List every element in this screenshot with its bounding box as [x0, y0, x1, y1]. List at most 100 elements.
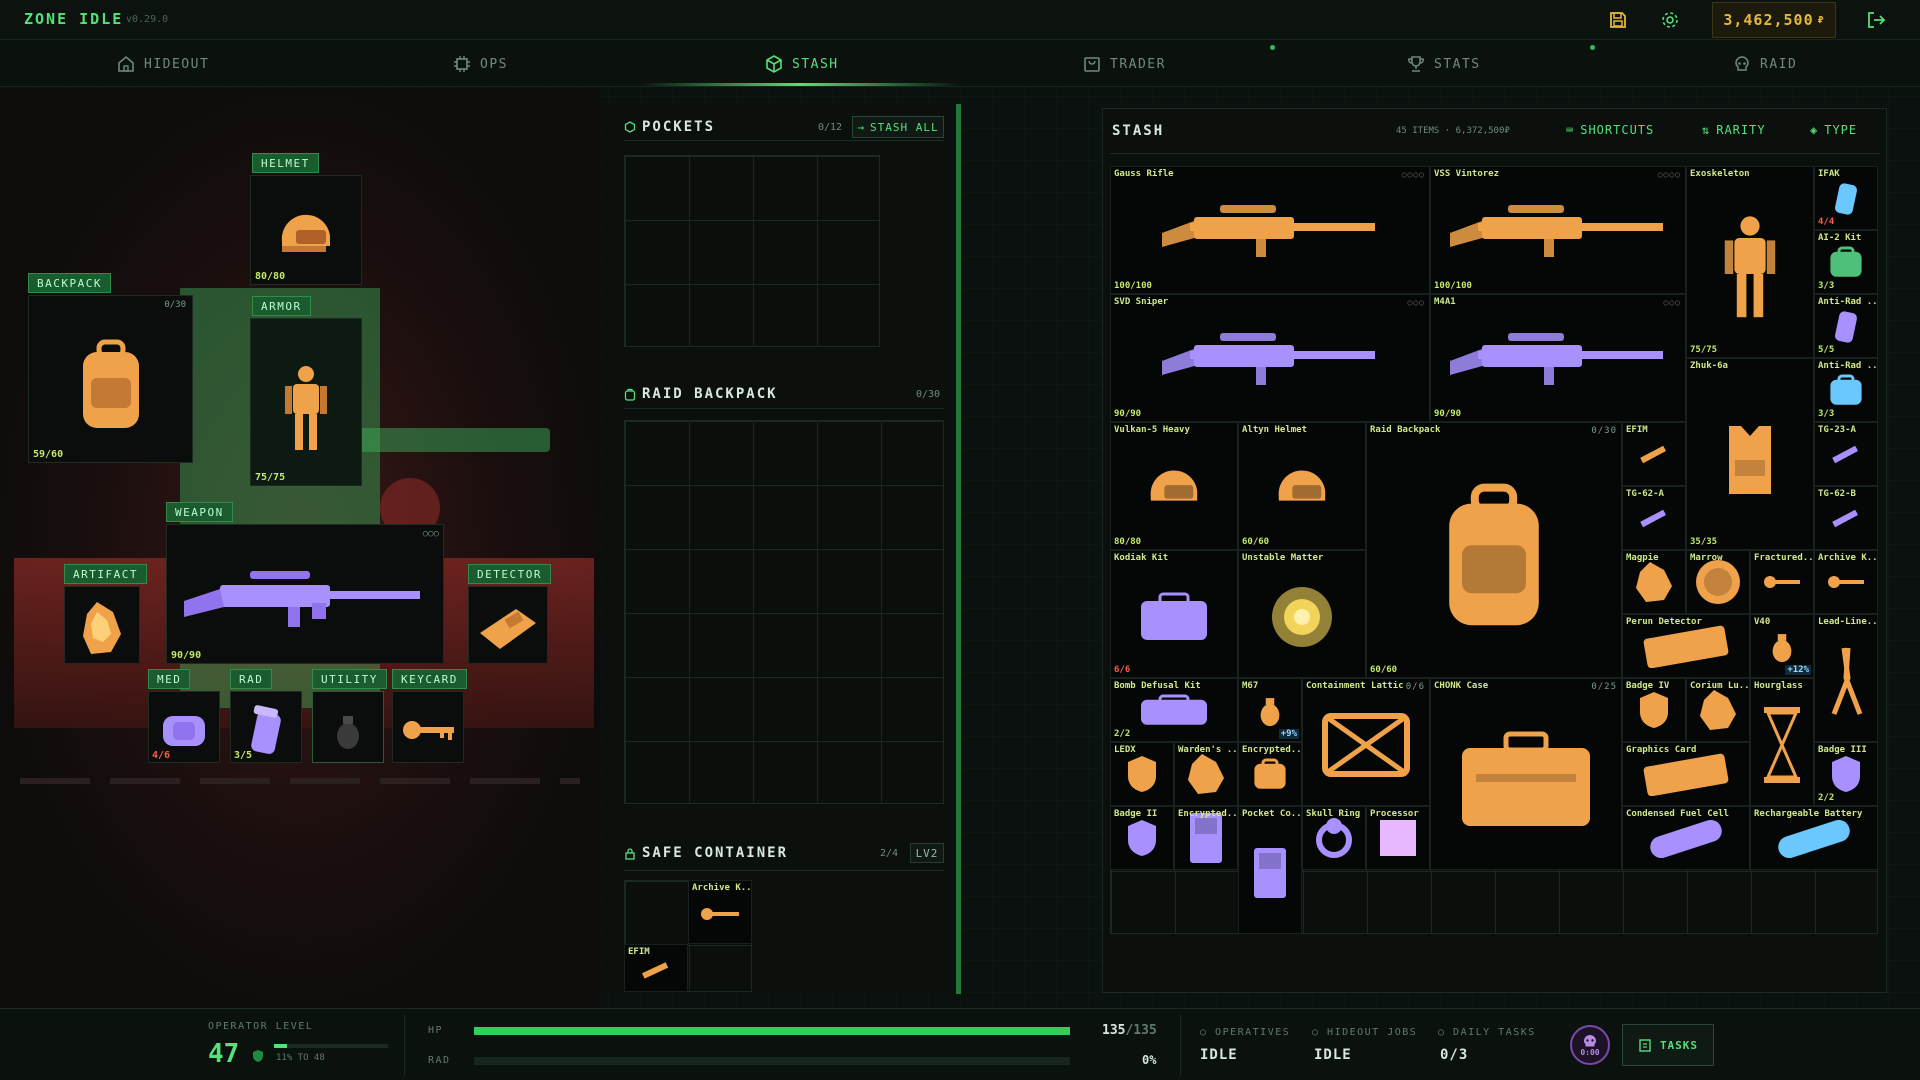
item-icon: [1641, 818, 1731, 862]
notification-dot: [1590, 45, 1595, 50]
item-name: Anti-Rad ...: [1818, 297, 1877, 307]
shortcuts-button[interactable]: ⌨ SHORTCUTS: [1566, 123, 1654, 137]
stash-item[interactable]: Badge III 2/2: [1814, 742, 1878, 806]
app-version: v0.29.0: [126, 14, 169, 25]
item-quantity: 3/3: [1818, 409, 1835, 419]
stash-item[interactable]: Archive K...: [1814, 550, 1878, 614]
stash-item[interactable]: IFAK 4/4: [1814, 166, 1878, 230]
stash-item[interactable]: TG-62-A: [1622, 486, 1686, 550]
tab-trader[interactable]: TRADER: [1082, 41, 1166, 87]
stash-item[interactable]: Gauss Rifle 100/100 ○○○○: [1110, 166, 1430, 294]
tab-raid[interactable]: RAID: [1732, 41, 1797, 87]
stash-item[interactable]: Bomb Defusal Kit 2/2: [1110, 678, 1238, 742]
detector-slot-label: DETECTOR: [468, 564, 551, 584]
helmet-slot[interactable]: 80/80: [250, 175, 362, 285]
stash-item[interactable]: Marrow: [1686, 550, 1750, 614]
med-slot[interactable]: 4/6: [148, 691, 220, 763]
stash-item[interactable]: Lead-Line...: [1814, 614, 1878, 742]
stash-item[interactable]: Anti-Rad ... 5/5: [1814, 294, 1878, 358]
stash-item[interactable]: Badge II: [1110, 806, 1174, 870]
stash-item[interactable]: Encrypted...: [1238, 742, 1302, 806]
stash-item[interactable]: AI-2 Kit 3/3: [1814, 230, 1878, 294]
item-name: Perun Detector: [1626, 617, 1702, 627]
stash-item[interactable]: M4A1 90/90 ○○○: [1430, 294, 1686, 422]
stash-item[interactable]: Vulkan-5 Heavy 80/80: [1110, 422, 1238, 550]
tab-hideout[interactable]: HIDEOUT: [116, 41, 209, 87]
item-icon: [1160, 203, 1380, 267]
item-icon: [1641, 624, 1731, 672]
stash-item[interactable]: V40 +12%: [1750, 614, 1814, 678]
rad-slot[interactable]: 3/5: [230, 691, 302, 763]
stash-item[interactable]: Exoskeleton 75/75: [1686, 166, 1814, 358]
raid-timer-button[interactable]: 0:00: [1570, 1025, 1610, 1065]
stash-item[interactable]: LEDX: [1110, 742, 1174, 806]
safe-item-archive-key[interactable]: Archive K...: [688, 880, 752, 944]
weapon-slot[interactable]: ○○○ 90/90: [166, 524, 444, 664]
gear-icon: [1662, 12, 1678, 28]
stash-item[interactable]: Rechargeable Battery: [1750, 806, 1878, 870]
settings-button[interactable]: [1656, 6, 1684, 34]
stash-item[interactable]: Graphics Card: [1622, 742, 1750, 806]
item-icon: [1637, 690, 1671, 734]
stash-item[interactable]: Processor: [1366, 806, 1430, 870]
stash-item[interactable]: TG-62-B: [1814, 486, 1878, 550]
stash-item[interactable]: Zhuk-6a 35/35: [1686, 358, 1814, 550]
stash-item[interactable]: Corium Lu...: [1686, 678, 1750, 742]
active-tab-indicator: [640, 83, 960, 86]
stash-item[interactable]: M67 +9%: [1238, 678, 1302, 742]
tab-stash[interactable]: STASH: [764, 41, 839, 87]
stash-all-button[interactable]: → STASH ALL: [852, 116, 944, 138]
logout-button[interactable]: [1862, 6, 1890, 34]
stash-item[interactable]: Encrypted...: [1174, 806, 1238, 870]
tab-label: STASH: [792, 56, 839, 72]
panel-scrollbar[interactable]: [956, 104, 961, 994]
save-button[interactable]: [1604, 6, 1632, 34]
stash-item[interactable]: Altyn Helmet 60/60: [1238, 422, 1366, 550]
item-icon: [1762, 574, 1802, 594]
item-name: Vulkan-5 Heavy: [1114, 425, 1190, 435]
item-name: Containment Lattic: [1306, 681, 1404, 691]
safe-item-efim[interactable]: EFIM: [624, 944, 688, 992]
tab-stats[interactable]: STATS: [1406, 41, 1481, 87]
raid-backpack-grid[interactable]: [624, 420, 944, 804]
tab-ops[interactable]: OPS: [452, 41, 508, 87]
stash-item[interactable]: Containment Lattic 0/6: [1302, 678, 1430, 806]
stash-item[interactable]: EFIM: [1622, 422, 1686, 486]
keycard-slot[interactable]: [392, 691, 464, 763]
stash-item[interactable]: Skull Ring: [1302, 806, 1366, 870]
tasks-button[interactable]: TASKS: [1622, 1024, 1714, 1066]
sort-rarity-button[interactable]: ⇅ RARITY: [1702, 123, 1766, 137]
stash-item[interactable]: Fractured...: [1750, 550, 1814, 614]
stash-item[interactable]: Raid Backpack 60/60 0/30: [1366, 422, 1622, 678]
stash-item[interactable]: SVD Sniper 90/90 ○○○: [1110, 294, 1430, 422]
item-name: Lead-Line...: [1818, 617, 1877, 627]
rad-label: RAD: [428, 1055, 451, 1066]
item-icon: [1831, 180, 1861, 220]
artifact-slot[interactable]: [64, 586, 140, 664]
item-name: CHONK Case: [1434, 681, 1489, 691]
stash-item[interactable]: Unstable Matter: [1238, 550, 1366, 678]
stash-item[interactable]: Pocket Co...: [1238, 806, 1302, 934]
sort-type-button[interactable]: ◈ TYPE: [1810, 123, 1857, 137]
stash-item[interactable]: Kodiak Kit 6/6: [1110, 550, 1238, 678]
pockets-grid[interactable]: [624, 155, 880, 347]
armor-slot[interactable]: 75/75: [250, 318, 362, 486]
stash-item[interactable]: Magpie: [1622, 550, 1686, 614]
stash-item[interactable]: Warden's ...: [1174, 742, 1238, 806]
stash-item[interactable]: Badge IV: [1622, 678, 1686, 742]
stash-item[interactable]: VSS Vintorez 100/100 ○○○○: [1430, 166, 1686, 294]
stash-item[interactable]: Perun Detector: [1622, 614, 1750, 678]
item-quantity: 100/100: [1114, 281, 1152, 291]
utility-slot[interactable]: [312, 691, 384, 763]
detector-slot[interactable]: [468, 586, 548, 664]
backpack-slot[interactable]: 0/30 59/60: [28, 295, 193, 463]
stash-item[interactable]: TG-23-A: [1814, 422, 1878, 486]
item-name: M4A1: [1434, 297, 1456, 307]
shield-icon: [253, 1050, 263, 1062]
item-capacity: 0/30: [1591, 426, 1617, 436]
stash-item[interactable]: Condensed Fuel Cell: [1622, 806, 1750, 870]
stash-item[interactable]: Anti-Rad ... 3/3: [1814, 358, 1878, 422]
stash-item[interactable]: CHONK Case 0/25: [1430, 678, 1622, 870]
stash-item[interactable]: Hourglass: [1750, 678, 1814, 806]
item-icon: [1448, 203, 1668, 267]
